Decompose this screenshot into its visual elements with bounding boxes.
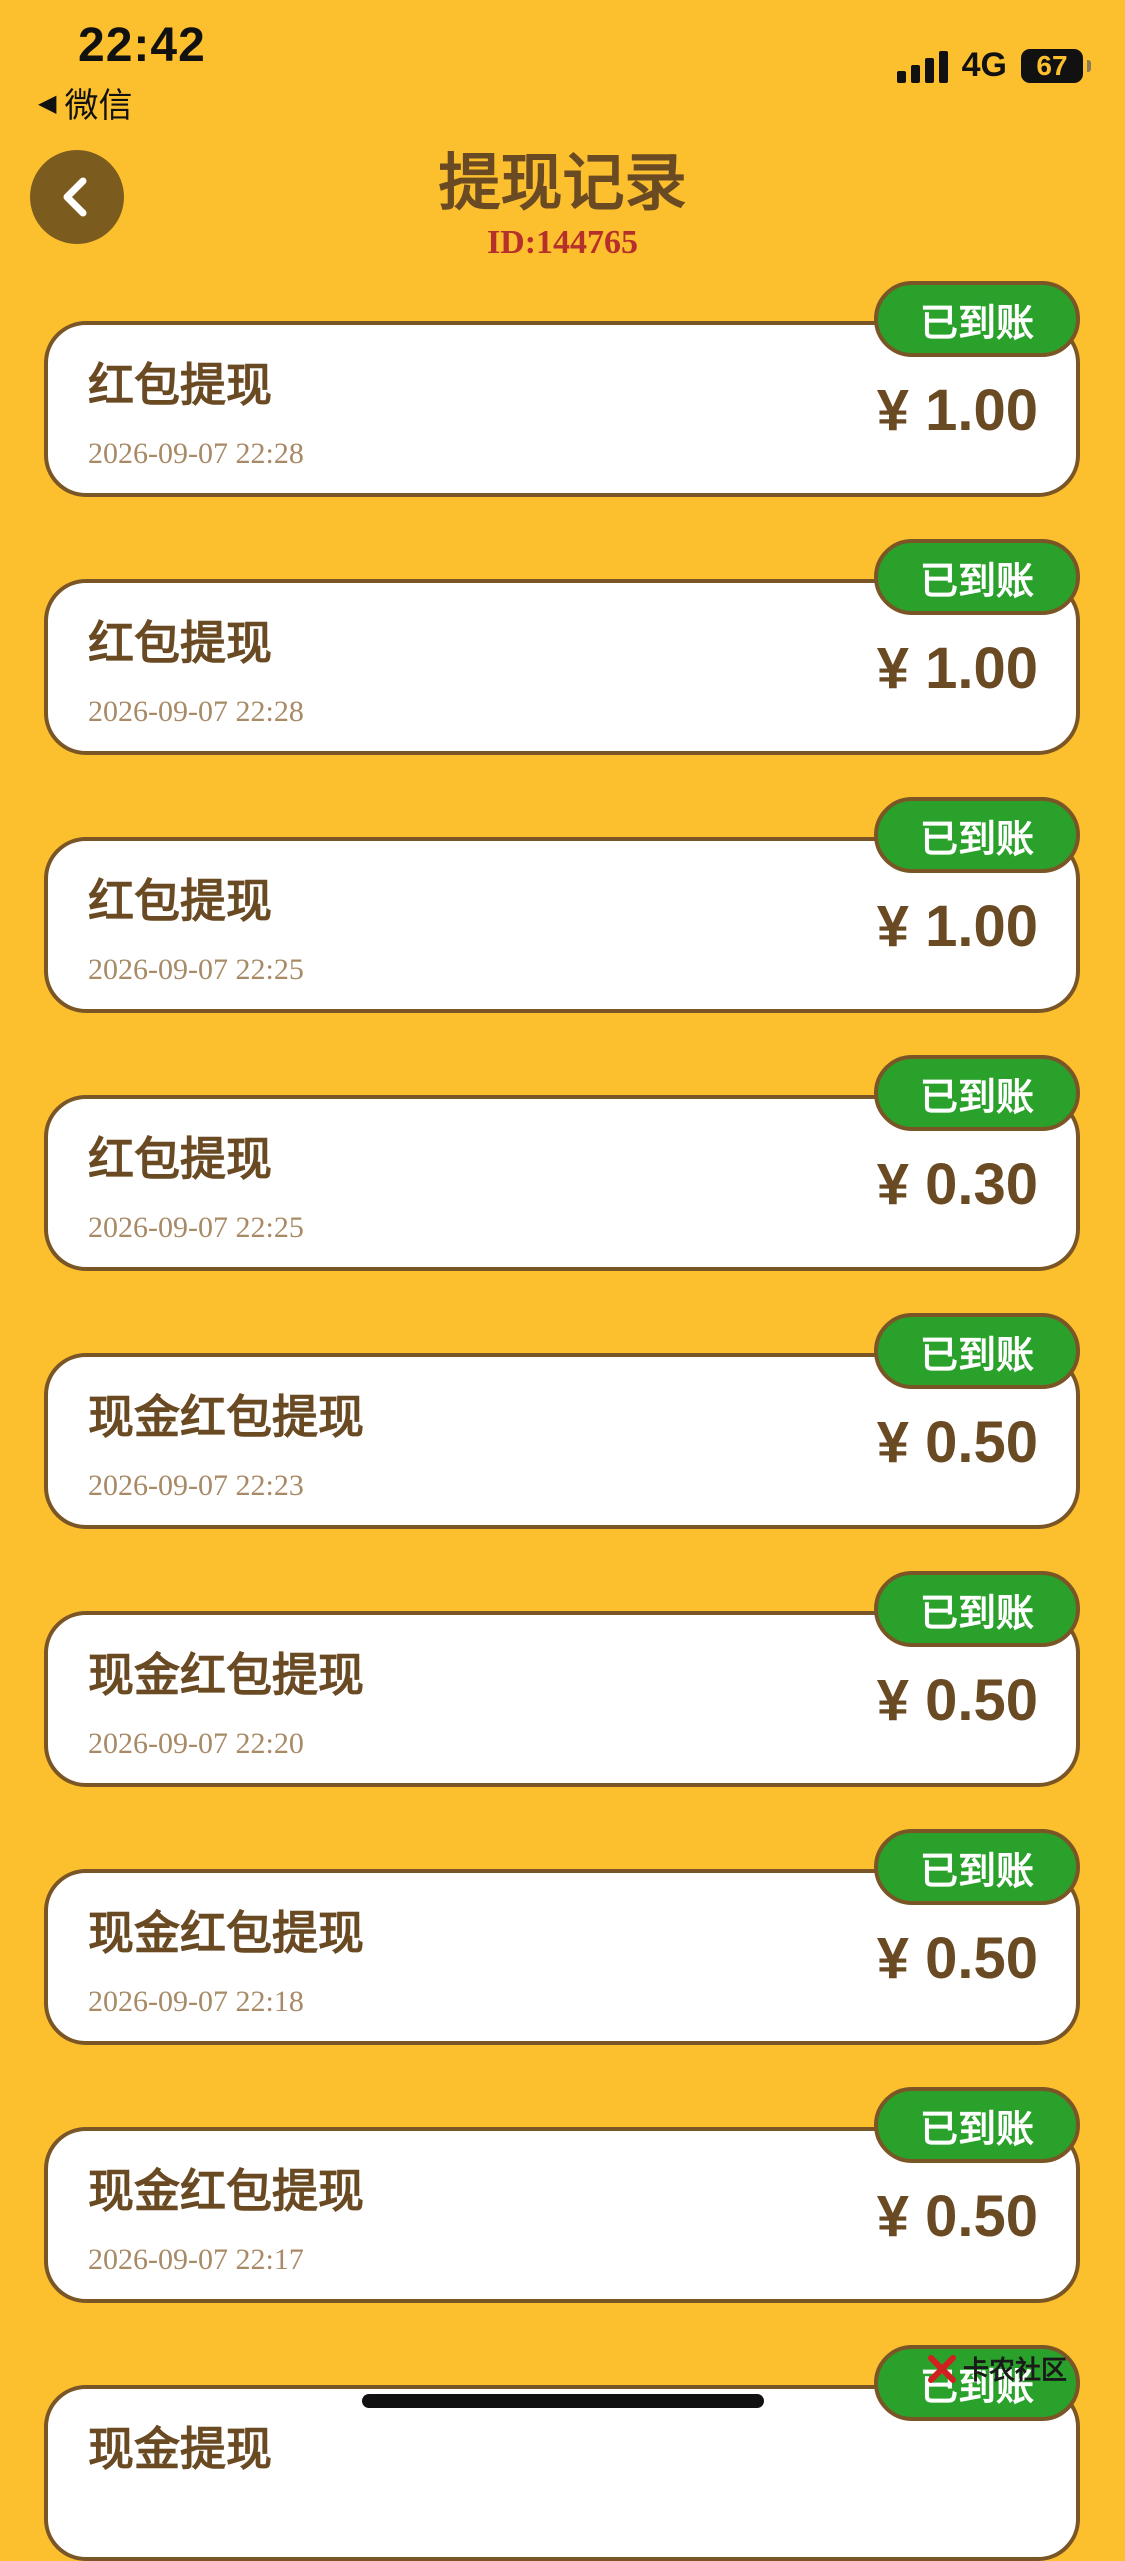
record-item[interactable]: 红包提现 2026-09-07 22:28 ¥ 1.00 已到账	[44, 281, 1080, 497]
record-item[interactable]: 现金红包提现 2026-09-07 22:23 ¥ 0.50 已到账	[44, 1313, 1080, 1529]
watermark-logo-icon	[927, 2354, 956, 2383]
record-item[interactable]: 现金红包提现 2026-09-07 22:18 ¥ 0.50 已到账	[44, 1829, 1080, 2045]
status-badge: 已到账	[874, 539, 1080, 615]
record-list: 红包提现 2026-09-07 22:28 ¥ 1.00 已到账 红包提现 20…	[0, 0, 1125, 2561]
record-time: 2026-09-07 22:25	[88, 953, 304, 986]
status-badge: 已到账	[874, 1829, 1080, 1905]
record-title: 红包提现	[88, 1132, 272, 1186]
status-badge: 已到账	[874, 1313, 1080, 1389]
record-amount: ¥ 0.50	[876, 1926, 1038, 1991]
record-item[interactable]: 红包提现 2026-09-07 22:25 ¥ 0.30 已到账	[44, 1055, 1080, 1271]
record-item[interactable]: 现金提现 已到账	[44, 2345, 1080, 2561]
record-title: 现金红包提现	[88, 1648, 364, 1702]
record-amount: ¥ 1.00	[876, 378, 1038, 443]
record-title: 红包提现	[88, 616, 272, 670]
record-title: 现金红包提现	[88, 1906, 364, 1960]
record-amount: ¥ 1.00	[876, 894, 1038, 959]
status-badge: 已到账	[874, 2087, 1080, 2163]
status-badge: 已到账	[874, 797, 1080, 873]
record-title: 现金提现	[88, 2422, 272, 2476]
record-item[interactable]: 现金红包提现 2026-09-07 22:20 ¥ 0.50 已到账	[44, 1571, 1080, 1787]
record-amount: ¥ 0.50	[876, 2184, 1038, 2249]
record-title: 现金红包提现	[88, 2164, 364, 2218]
record-item[interactable]: 红包提现 2026-09-07 22:28 ¥ 1.00 已到账	[44, 539, 1080, 755]
record-amount: ¥ 0.50	[876, 1410, 1038, 1475]
record-time: 2026-09-07 22:17	[88, 2243, 304, 2276]
record-time: 2026-09-07 22:20	[88, 1727, 304, 1760]
record-title: 现金红包提现	[88, 1390, 364, 1444]
record-item[interactable]: 现金红包提现 2026-09-07 22:17 ¥ 0.50 已到账	[44, 2087, 1080, 2303]
record-time: 2026-09-07 22:23	[88, 1469, 304, 1502]
record-title: 红包提现	[88, 358, 272, 412]
status-badge: 已到账	[874, 281, 1080, 357]
record-amount: ¥ 0.30	[876, 1152, 1038, 1217]
watermark: 卡农社区	[927, 2350, 1067, 2387]
record-title: 红包提现	[88, 874, 272, 928]
watermark-text: 卡农社区	[962, 2356, 1067, 2386]
record-time: 2026-09-07 22:18	[88, 1985, 304, 2018]
status-badge: 已到账	[874, 1571, 1080, 1647]
record-time: 2026-09-07 22:28	[88, 437, 304, 470]
record-amount: ¥ 0.50	[876, 1668, 1038, 1733]
record-amount: ¥ 1.00	[876, 636, 1038, 701]
record-time: 2026-09-07 22:25	[88, 1211, 304, 1244]
status-badge: 已到账	[874, 1055, 1080, 1131]
record-time: 2026-09-07 22:28	[88, 695, 304, 728]
record-item[interactable]: 红包提现 2026-09-07 22:25 ¥ 1.00 已到账	[44, 797, 1080, 1013]
home-indicator[interactable]	[362, 2394, 764, 2408]
